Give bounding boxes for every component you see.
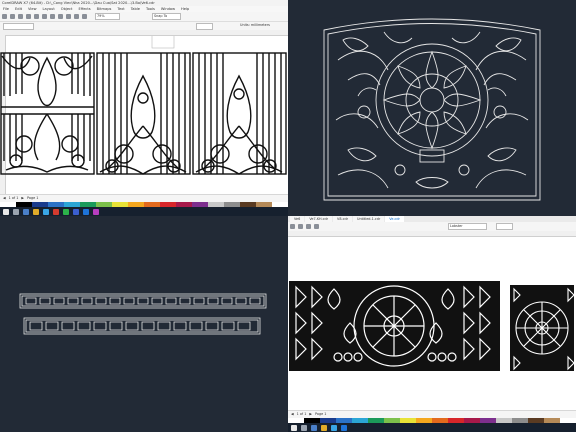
arched-panel-design-view [288,0,576,216]
folder-icon[interactable] [321,424,327,431]
coreldraw-window-gates: CorelDRAW X7 (64-Bit) - D:\_Cong Viec\Nh… [0,0,288,216]
gate-design-left[interactable] [0,52,95,175]
border-strip-top [19,293,267,309]
folder-icon[interactable] [33,208,39,215]
gate-design-right[interactable] [192,52,287,175]
page-width-field[interactable] [196,23,213,30]
units-label: Units: millimeters [240,23,270,27]
search-icon[interactable] [301,424,307,431]
windows-taskbar [288,423,576,432]
object-size-field[interactable] [496,223,513,230]
file-explorer-icon[interactable] [311,424,317,431]
border-strip-bottom [23,317,261,335]
save-icon[interactable] [306,224,311,229]
page-tab[interactable]: Page 1 [27,195,38,202]
page-size-dropdown[interactable] [3,23,34,30]
new-icon[interactable] [290,224,295,229]
redo-icon[interactable] [66,14,71,19]
windows-taskbar [0,207,288,216]
photoshop-icon[interactable] [93,208,99,215]
undo-icon[interactable] [58,14,63,19]
start-icon[interactable] [3,208,9,215]
app-icon-green[interactable] [63,208,69,215]
lattice-panel-wide[interactable] [289,281,500,371]
border-strips-artwork [19,293,267,335]
copy-icon[interactable] [42,14,47,19]
gate-design-middle[interactable] [96,52,191,175]
next-page-button[interactable]: ▶ [309,411,312,418]
coreldraw-icon[interactable] [341,424,347,431]
undo-icon[interactable] [314,224,319,229]
new-icon[interactable] [2,14,7,19]
print-icon[interactable] [26,14,31,19]
page-count: 1 of 1 [8,196,19,200]
app-icon-blue[interactable] [73,208,79,215]
import-icon[interactable] [74,14,79,19]
drawing-canvas[interactable] [288,237,576,409]
paste-icon[interactable] [50,14,55,19]
border-strips-design-view [0,216,288,432]
arched-panel-artwork [323,18,541,201]
save-icon[interactable] [18,14,23,19]
font-name-dropdown[interactable]: Lobster [448,223,487,230]
coreldraw-window-lattice: Ve6 Ve7-KH.cdr V8.cdr Untitled-1.cdr Ve.… [288,216,576,432]
app-icon-red[interactable] [53,208,59,215]
snap-to-dropdown[interactable]: Snap To [152,13,181,20]
cut-icon[interactable] [34,14,39,19]
browser-icon[interactable] [331,424,337,431]
browser-icon[interactable] [43,208,49,215]
next-page-button[interactable]: ▶ [21,195,24,202]
file-explorer-icon[interactable] [23,208,29,215]
export-icon[interactable] [82,14,87,19]
search-icon[interactable] [13,208,19,215]
panel-outline [323,18,541,201]
first-page-button[interactable]: ◀ [291,411,294,418]
zoom-level-field[interactable]: 79% [95,13,120,20]
page-count: 1 of 1 [296,412,307,416]
coreldraw-icon[interactable] [83,208,89,215]
page-tab[interactable]: Page 1 [315,411,326,418]
open-icon[interactable] [10,14,15,19]
first-page-button[interactable]: ◀ [3,195,6,202]
lattice-panel-square[interactable] [510,285,575,371]
page-navigator: ◀ 1 of 1 ▶ Page 1 [288,410,576,418]
open-icon[interactable] [298,224,303,229]
central-medallion [375,43,489,157]
page-navigator: ◀ 1 of 1 ▶ Page 1 [0,194,288,202]
page-outline [151,36,175,49]
standard-toolbar: 79% Snap To [0,12,288,22]
start-icon[interactable] [291,424,297,431]
drawing-canvas[interactable] [0,36,288,194]
